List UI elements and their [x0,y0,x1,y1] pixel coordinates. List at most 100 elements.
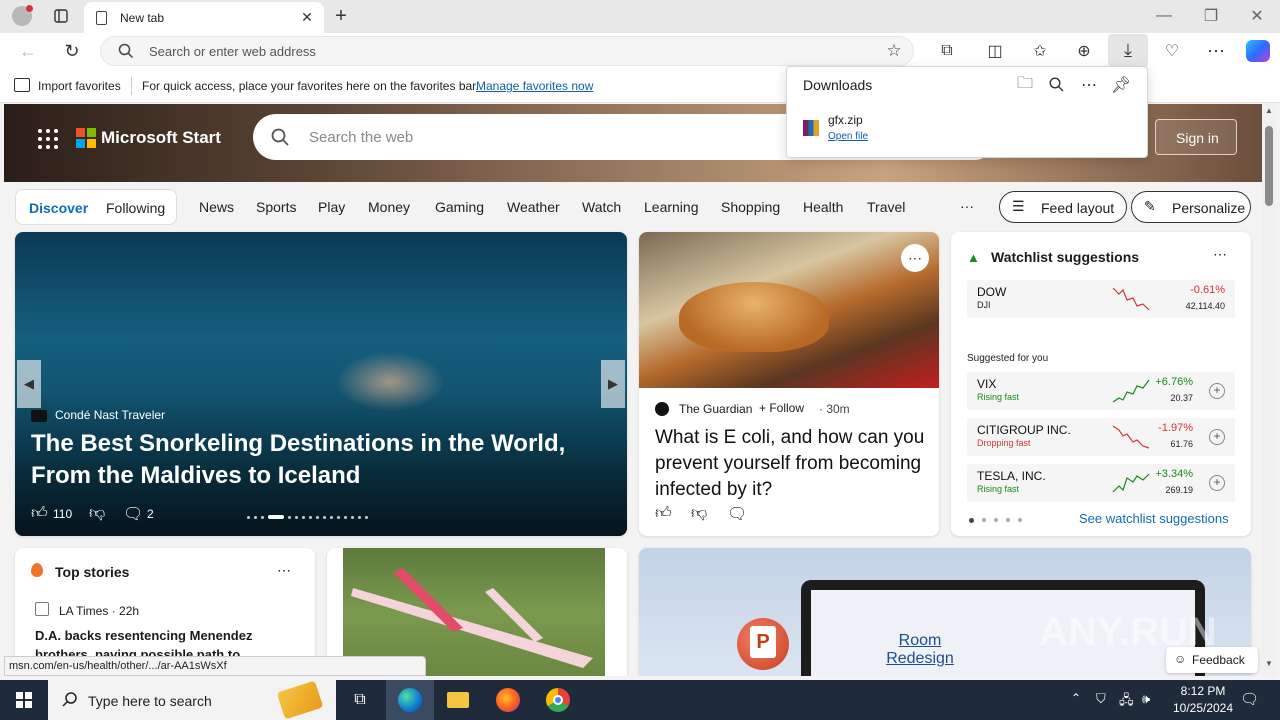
scroll-up-icon[interactable]: ▲ [1265,106,1273,115]
favorite-star-icon[interactable]: ☆ [883,40,905,62]
tab-new-tab[interactable]: New tab ✕ [84,2,324,33]
minimize-icon[interactable]: — [1152,4,1176,28]
pager-dots[interactable] [969,518,1022,523]
import-favorites-button[interactable]: Import favorites [38,79,121,93]
card-menu-icon[interactable]: ⋯ [901,244,929,272]
news-source: The Guardian [679,402,753,416]
extensions-icon[interactable]: ⧉ [935,39,959,63]
split-screen-icon[interactable]: ◫ [983,39,1007,63]
nav-weather[interactable]: Weather [507,199,560,215]
like-count: 110 [53,507,73,521]
new-tab-icon[interactable]: + [330,4,352,28]
clock-date[interactable]: 10/25/2024 [1166,701,1240,715]
nav-travel[interactable]: Travel [867,199,905,215]
scroll-thumb[interactable] [1265,126,1273,206]
manage-favorites-link[interactable]: Manage favorites now [476,79,593,93]
refresh-icon[interactable]: ↻ [60,39,84,63]
web-search-placeholder: Search the web [309,129,414,146]
close-window-icon[interactable]: ✕ [1245,4,1269,28]
add-stock-button[interactable]: + [1209,475,1225,491]
apps-grid-icon[interactable] [38,129,58,149]
close-tab-icon[interactable]: ✕ [298,8,316,26]
downloads-more-icon[interactable]: ⋯ [1077,74,1101,96]
taskbar-search[interactable]: Type here to search [48,680,336,720]
carousel-dots[interactable] [247,514,397,520]
nav-play[interactable]: Play [318,199,345,215]
nav-gaming[interactable]: Gaming [435,199,484,215]
brand-title[interactable]: Microsoft Start [101,128,221,148]
open-file-link[interactable]: Open file [828,131,868,142]
scroll-down-icon[interactable]: ▼ [1265,659,1273,668]
see-watchlist-link[interactable]: See watchlist suggestions [1079,511,1229,526]
follow-button[interactable]: + Follow [759,401,804,415]
downloads-icon[interactable]: ⤓ [1108,34,1148,67]
carousel-prev-button[interactable]: ◀ [17,360,41,408]
task-view-icon[interactable]: ⧉ [336,680,384,720]
like-icon[interactable]: 👍︎ [31,504,48,523]
latimes-logo [35,602,49,616]
room-redesign-title: Room Redesign [886,632,954,667]
watchlist-menu-icon[interactable]: ⋯ [1213,246,1227,263]
nav-learning[interactable]: Learning [644,199,699,215]
restore-icon[interactable]: ❐ [1199,4,1223,28]
file-explorer-icon[interactable] [434,680,482,720]
feedback-button[interactable]: ☺ Feedback [1166,647,1258,673]
notifications-icon[interactable]: 🗨︎ [1240,690,1259,708]
nav-watch[interactable]: Watch [582,199,621,215]
personalize-button[interactable]: ✎ Personalize [1131,191,1251,223]
stock-row[interactable]: TESLA, INC. Rising fast +3.34% 269.19 + [967,464,1235,502]
browser-essentials-icon[interactable]: ♡ [1160,39,1184,63]
firefox-icon[interactable] [484,680,532,720]
collections-icon[interactable]: ⊕ [1072,39,1096,63]
nav-money[interactable]: Money [368,199,410,215]
search-downloads-icon[interactable] [1049,77,1064,97]
dislike-icon[interactable]: 👎︎ [691,504,707,523]
nav-sports[interactable]: Sports [256,199,296,215]
sign-in-button[interactable]: Sign in [1155,119,1237,155]
tab-following[interactable]: Following [106,200,165,216]
favorites-icon[interactable]: ✩ [1028,39,1052,63]
news-headline[interactable]: What is E coli, and how can you prevent … [655,425,925,503]
nav-shopping[interactable]: Shopping [721,199,780,215]
address-bar[interactable]: Search or enter web address ☆ [100,36,914,66]
promo-card[interactable]: Room Redesign P ANY.RUN [639,548,1251,676]
copilot-icon[interactable] [1246,40,1270,62]
page-scrollbar[interactable]: ▲ ▼ [1262,104,1276,676]
volume-icon[interactable]: 🕪︎ [1142,691,1150,707]
stock-row[interactable]: CITIGROUP INC. Dropping fast -1.97% 61.7… [967,418,1235,456]
stock-row[interactable]: VIX Rising fast +6.76% 20.37 + [967,372,1235,410]
nav-health[interactable]: Health [803,199,843,215]
carousel-next-button[interactable]: ▶ [601,360,625,408]
add-stock-button[interactable]: + [1209,429,1225,445]
download-item[interactable]: gfx.zip Open file [788,107,1146,155]
hero-story-card[interactable]: ◀ ▶ Condé Nast Traveler The Best Snorkel… [15,232,627,536]
comment-off-icon[interactable]: 🗨︎ [727,504,747,524]
profile-avatar[interactable] [12,5,33,26]
nav-news[interactable]: News [199,199,234,215]
feedback-label: Feedback [1192,653,1245,667]
news-story-card[interactable]: ⋯ The Guardian + Follow · 30m What is E … [639,232,939,536]
add-stock-button[interactable]: + [1209,383,1225,399]
hero-headline[interactable]: The Best Snorkeling Destinations in the … [31,428,621,492]
feed-layout-button[interactable]: ☰ Feed layout [999,191,1127,223]
open-folder-icon[interactable]: 🗀︎ [1013,74,1037,96]
tray-chevron-icon[interactable]: ⌃ [1071,691,1081,705]
edge-taskbar-icon[interactable] [386,680,434,720]
clock-time[interactable]: 8:12 PM [1172,684,1234,698]
network-icon[interactable]: 🖧︎ [1119,691,1134,713]
dislike-icon[interactable]: 👎︎ [89,504,105,523]
settings-more-icon[interactable]: ⋯ [1204,39,1228,63]
tab-actions-icon[interactable] [50,6,72,26]
chrome-icon[interactable] [534,680,582,720]
comment-icon[interactable]: 🗨︎ [123,504,143,524]
like-icon[interactable]: 👍︎ [655,504,672,523]
security-icon[interactable]: ⛉ [1096,691,1106,707]
pin-icon[interactable]: 📌︎ [1109,74,1133,96]
nav-more-icon[interactable]: ··· [960,198,974,214]
top-stories-menu-icon[interactable]: ⋯ [277,562,291,579]
dow-row[interactable]: DOW DJI -0.61% 42,114.40 [967,280,1235,318]
hero-source: Condé Nast Traveler [55,408,166,422]
back-icon[interactable]: ← [16,39,40,63]
start-button[interactable] [0,680,48,720]
tab-discover[interactable]: Discover [29,200,88,216]
